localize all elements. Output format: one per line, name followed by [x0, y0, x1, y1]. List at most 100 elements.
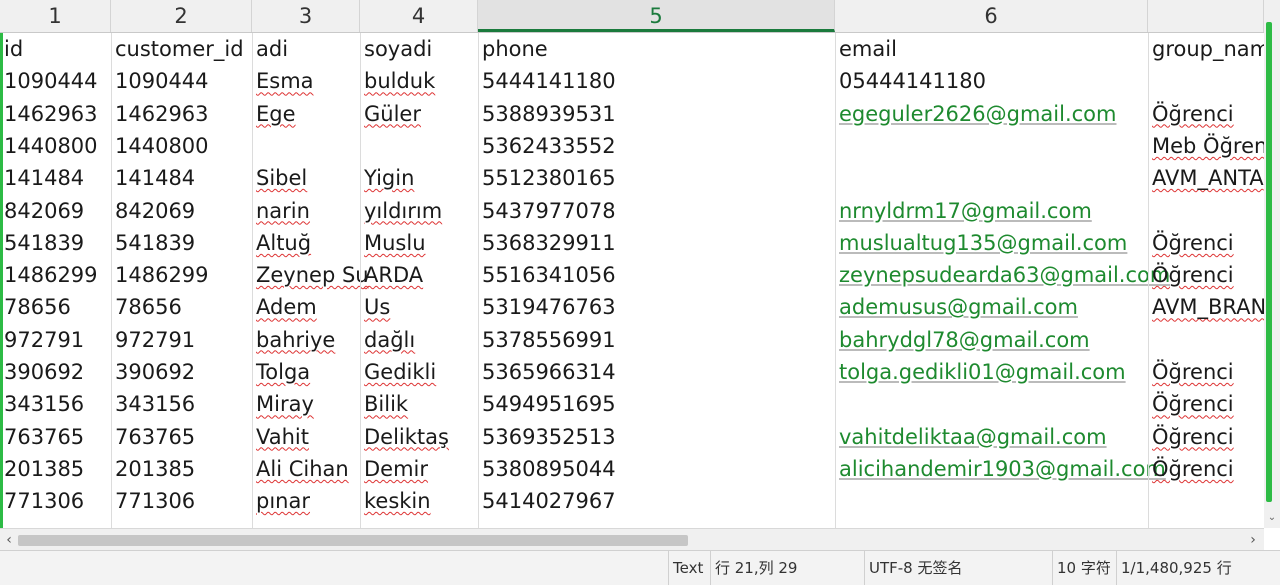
column-header-1[interactable]: 1 [0, 0, 111, 32]
table-cell[interactable]: 390692 [111, 356, 195, 388]
table-cell[interactable]: Güler [360, 98, 421, 130]
table-cell[interactable]: Adem [252, 291, 317, 323]
table-cell[interactable]: Zeynep Su [252, 259, 369, 291]
table-cell[interactable]: narin [252, 195, 310, 227]
horizontal-scrollbar[interactable]: ‹ › [0, 528, 1264, 550]
table-cell[interactable]: 78656 [0, 291, 71, 323]
table-cell[interactable]: pınar [252, 485, 310, 517]
table-cell[interactable]: Öğrenci [1148, 453, 1234, 485]
table-cell[interactable]: muslualtug135@gmail.com [835, 227, 1127, 259]
table-cell[interactable]: Vahit [252, 421, 309, 453]
status-encoding[interactable]: UTF-8 无签名 [864, 551, 1050, 585]
table-cell[interactable]: Öğrenci [1148, 259, 1234, 291]
table-cell[interactable]: egeguler2626@gmail.com [835, 98, 1117, 130]
status-cursor-position[interactable]: 行 21,列 29 [710, 551, 860, 585]
table-cell[interactable]: ademusus@gmail.com [835, 291, 1078, 323]
table-cell[interactable]: 141484 [0, 162, 84, 194]
table-cell[interactable]: Öğrenci [1148, 98, 1234, 130]
table-cell[interactable]: Deliktaş [360, 421, 449, 453]
table-cell[interactable]: 78656 [111, 291, 182, 323]
table-cell[interactable]: 5388939531 [478, 98, 616, 130]
table-cell[interactable]: 5516341056 [478, 259, 616, 291]
column-title-cell[interactable]: soyadi [360, 33, 432, 65]
table-cell[interactable]: keskin [360, 485, 431, 517]
column-title-cell[interactable]: phone [478, 33, 548, 65]
table-cell[interactable]: 5380895044 [478, 453, 616, 485]
table-cell[interactable]: 1486299 [111, 259, 209, 291]
table-cell[interactable]: Esma [252, 65, 314, 97]
table-cell[interactable]: 763765 [0, 421, 84, 453]
table-cell[interactable]: 1440800 [0, 130, 98, 162]
table-cell[interactable]: 343156 [0, 388, 84, 420]
table-cell[interactable]: bulduk [360, 65, 435, 97]
table-cell[interactable]: 5437977078 [478, 195, 616, 227]
table-cell[interactable]: 5362433552 [478, 130, 616, 162]
table-cell[interactable]: Meb Öğren [1148, 130, 1264, 162]
table-cell[interactable]: Öğrenci [1148, 388, 1234, 420]
table-cell[interactable]: Bilik [360, 388, 408, 420]
horizontal-scroll-thumb[interactable] [18, 535, 688, 546]
table-cell[interactable]: AVM_BRAN [1148, 291, 1264, 323]
table-cell[interactable]: Öğrenci [1148, 356, 1234, 388]
table-cell[interactable]: 5494951695 [478, 388, 616, 420]
table-cell[interactable]: 1462963 [0, 98, 98, 130]
column-header-3[interactable]: 3 [252, 0, 360, 32]
table-cell[interactable]: Us [360, 291, 390, 323]
table-cell[interactable]: 541839 [0, 227, 84, 259]
column-title-cell[interactable]: adi [252, 33, 288, 65]
table-cell[interactable]: 1090444 [111, 65, 209, 97]
table-cell[interactable]: 541839 [111, 227, 195, 259]
table-cell[interactable]: 5414027967 [478, 485, 616, 517]
table-cell[interactable]: 5512380165 [478, 162, 616, 194]
table-cell[interactable]: bahriye [252, 324, 335, 356]
column-header-2[interactable]: 2 [111, 0, 252, 32]
table-cell[interactable]: Miray [252, 388, 314, 420]
table-cell[interactable]: Öğrenci [1148, 227, 1234, 259]
table-cell[interactable]: 842069 [0, 195, 84, 227]
table-cell[interactable]: Ege [252, 98, 296, 130]
table-cell[interactable]: Altuğ [252, 227, 311, 259]
table-cell[interactable]: 972791 [0, 324, 84, 356]
table-cell[interactable]: ARDA [360, 259, 423, 291]
column-title-cell[interactable]: customer_id [111, 33, 244, 65]
table-cell[interactable]: Demir [360, 453, 428, 485]
table-cell[interactable]: 771306 [111, 485, 195, 517]
column-header-5[interactable]: 5 [478, 0, 835, 32]
table-cell[interactable]: zeynepsudearda63@gmail.com [835, 259, 1170, 291]
table-cell[interactable]: AVM_ANTA [1148, 162, 1264, 194]
table-cell[interactable]: vahitdeliktaa@gmail.com [835, 421, 1107, 453]
table-cell[interactable]: 201385 [111, 453, 195, 485]
vertical-scrollbar[interactable]: ⌄ [1264, 0, 1280, 528]
table-cell[interactable]: dağlı [360, 324, 415, 356]
status-mode[interactable]: Text [668, 551, 710, 585]
table-cell[interactable]: 771306 [0, 485, 84, 517]
table-cell[interactable]: 842069 [111, 195, 195, 227]
table-cell[interactable]: 5319476763 [478, 291, 616, 323]
table-cell[interactable]: 1486299 [0, 259, 98, 291]
column-title-cell[interactable]: email [835, 33, 897, 65]
table-cell[interactable]: yıldırım [360, 195, 442, 227]
table-cell[interactable]: Yigin [360, 162, 414, 194]
column-header-4[interactable]: 4 [360, 0, 478, 32]
column-title-cell[interactable]: group_nam [1148, 33, 1264, 65]
scroll-down-arrow-icon[interactable]: ⌄ [1266, 512, 1278, 524]
table-cell[interactable]: bahrydgl78@gmail.com [835, 324, 1090, 356]
table-cell[interactable]: Muslu [360, 227, 426, 259]
table-cell[interactable]: 201385 [0, 453, 84, 485]
table-cell[interactable]: tolga.gedikli01@gmail.com [835, 356, 1126, 388]
column-title-cell[interactable]: id [0, 33, 23, 65]
table-cell[interactable]: alicihandemir1903@gmail.com [835, 453, 1166, 485]
table-cell[interactable]: 1090444 [0, 65, 98, 97]
table-cell[interactable]: 5365966314 [478, 356, 616, 388]
table-cell[interactable]: 1462963 [111, 98, 209, 130]
table-cell[interactable]: Ali Cihan [252, 453, 349, 485]
table-cell[interactable]: 763765 [111, 421, 195, 453]
table-cell[interactable]: 05444141180 [835, 65, 986, 97]
table-cell[interactable]: Sibel [252, 162, 307, 194]
column-header-7[interactable] [1148, 0, 1264, 32]
table-cell[interactable]: nrnyldrm17@gmail.com [835, 195, 1092, 227]
table-cell[interactable]: 141484 [111, 162, 195, 194]
table-cell[interactable]: 972791 [111, 324, 195, 356]
table-cell[interactable]: 5368329911 [478, 227, 616, 259]
table-cell[interactable]: Tolga [252, 356, 310, 388]
